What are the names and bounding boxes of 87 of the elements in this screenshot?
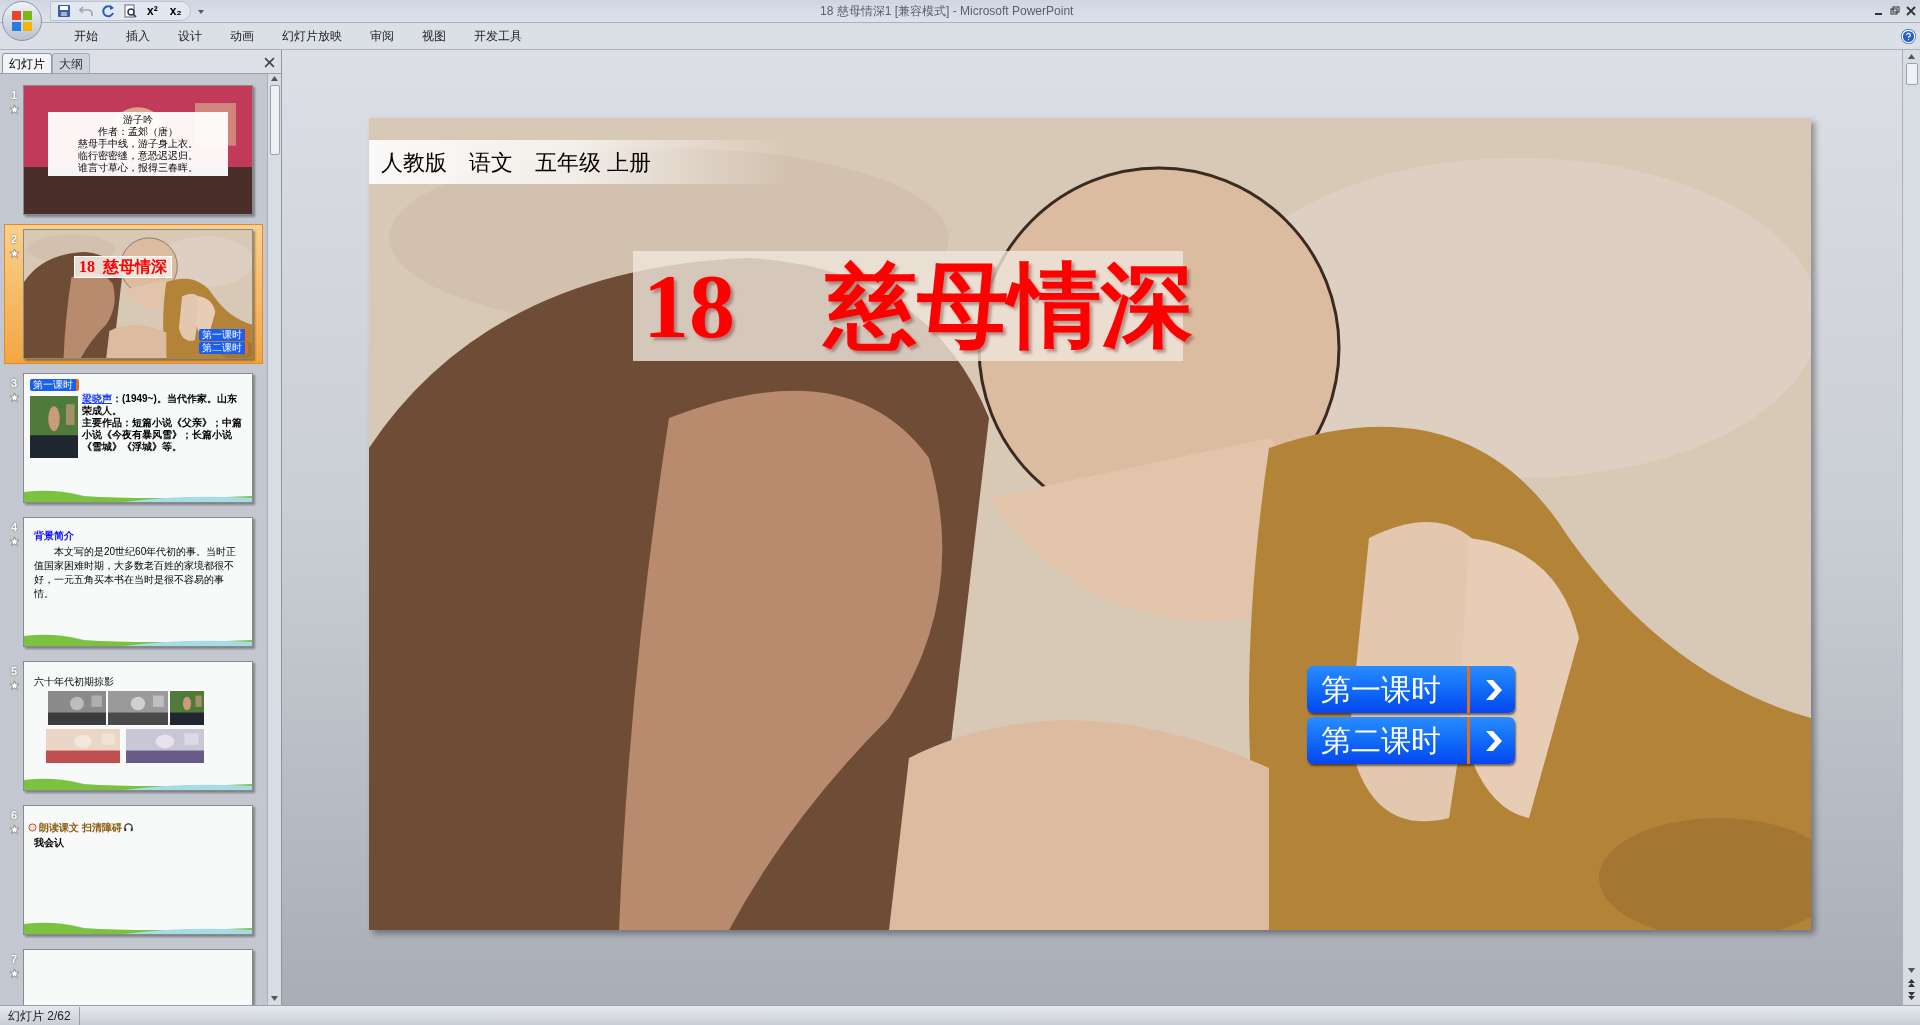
script-button[interactable]: x₂ [167, 5, 184, 17]
speaker-icon [28, 823, 37, 832]
lesson-number: 18 [79, 257, 95, 277]
slide-heading: 背景简介 [34, 529, 75, 543]
save-icon[interactable] [57, 4, 71, 18]
animation-star-icon [8, 967, 20, 979]
slide-thumbnail[interactable]: 六十年代初期掠影 [23, 661, 253, 791]
next-slide-icon[interactable] [1907, 991, 1916, 1001]
chevron-right-icon [1484, 677, 1504, 702]
scrollbar[interactable] [1902, 50, 1920, 1005]
window-title: 18 慈母情深1 [兼容模式] - Microsoft PowerPoint [820, 3, 1074, 20]
author-text: 梁晓声：(1949~)。当代作家。山东荣成人。 [82, 393, 238, 417]
redo-icon[interactable] [101, 4, 115, 18]
slide-number: 2 [10, 232, 18, 247]
help-icon[interactable] [1901, 28, 1916, 44]
slide-number: 4 [10, 520, 18, 535]
lesson-title: 慈母情深 [103, 257, 167, 277]
animation-star-icon [8, 247, 20, 259]
slide-thumbnail-row[interactable]: 3 第一课时 梁晓声：(1949~)。当代作家。山东荣成人。 主要作品：短篇小说《父亲》；中篇小说《今夜有暴风雪》；长篇小说《雪城》《浮城》等。 [4, 368, 263, 508]
ribbon-tab[interactable]: 设计 [164, 23, 216, 49]
lesson-button[interactable]: 第二课时 [199, 342, 248, 354]
slide-heading: 六十年代初期掠影 [34, 675, 115, 689]
chevron-right-icon [1484, 728, 1504, 753]
close-icon[interactable] [264, 57, 275, 68]
print-preview-icon[interactable] [123, 4, 137, 18]
slide-number: 5 [10, 664, 18, 679]
headphones-icon [123, 823, 133, 832]
slide-subheading: 我会认 [34, 836, 65, 850]
lesson-button[interactable]: 第二课时 [1307, 717, 1515, 764]
customize-caret-icon[interactable] [196, 7, 205, 15]
office-button[interactable] [2, 1, 42, 41]
ribbon-tab[interactable]: 开始 [60, 23, 112, 49]
header-text: 人教版 [381, 148, 447, 177]
author-link[interactable]: 梁晓声 [82, 393, 112, 404]
header-text: 语文 [469, 148, 513, 177]
animation-star-icon [8, 823, 20, 835]
ribbon-tab[interactable]: 幻灯片放映 [268, 23, 356, 49]
scroll-down-icon[interactable] [270, 994, 279, 1003]
ribbon-tab[interactable]: 视图 [408, 23, 460, 49]
animation-star-icon [8, 679, 20, 691]
slide-thumbnail-row[interactable]: 4 背景简介 本文写的是20世纪60年代初的事。当时正值国家困难时期，大多数老百姓的家境都很不好，一元五角买本书在当时是很不容易的事情。 [4, 512, 263, 652]
ribbon-tab[interactable]: 开发工具 [460, 23, 536, 49]
animation-star-icon [8, 103, 20, 115]
panel-tab[interactable]: 大纲 [52, 53, 90, 73]
poem-line: 游子吟 [123, 114, 153, 126]
slide-thumbnail-row[interactable]: 5 六十年代初期掠影 [4, 656, 263, 796]
ribbon-tab[interactable]: 插入 [112, 23, 164, 49]
animation-star-icon [8, 391, 20, 403]
scroll-up-icon[interactable] [1907, 52, 1916, 61]
slide-thumbnail[interactable]: 第一课时 梁晓声：(1949~)。当代作家。山东荣成人。 主要作品：短篇小说《父亲》；中篇小说《今夜有暴风雪》；长篇小说《雪城》《浮城》等。 [23, 373, 253, 503]
scroll-thumb[interactable] [1905, 63, 1918, 85]
slide-heading: 朗读课文 扫清障碍 [39, 821, 122, 835]
poem-line: 作者：孟郊（唐） [98, 126, 178, 138]
lesson-button[interactable]: 第一课时 [199, 329, 248, 341]
ribbon-tab[interactable]: 动画 [216, 23, 268, 49]
slide-number: 3 [10, 376, 18, 391]
header-text: 五年级 上册 [535, 148, 652, 177]
slide-thumbnail[interactable]: 游子吟 作者：孟郊（唐） 慈母手中线，游子身上衣。 临行密密缝，意恐迟迟归。 谁言寸草心，报得三春晖。 [23, 85, 253, 215]
lesson-button[interactable]: 第一课时 [30, 379, 79, 391]
script-button[interactable]: x² [145, 5, 160, 17]
slide-thumbnail-row[interactable]: 2 18 慈母情深 第一课时 第二课时 [4, 224, 263, 364]
previous-slide-icon[interactable] [1907, 978, 1916, 988]
poem-line: 谁言寸草心，报得三春晖。 [78, 162, 198, 174]
restore-icon[interactable] [1890, 6, 1900, 16]
slide-thumbnail[interactable]: 背景简介 本文写的是20世纪60年代初的事。当时正值国家困难时期，大多数老百姓的家境都很不好，一元五角买本书在当时是很不容易的事情。 [23, 517, 253, 647]
poem-line: 慈母手中线，游子身上衣。 [78, 138, 198, 150]
office-logo-icon [10, 9, 34, 33]
slide-position: 幻灯片 2/62 [0, 1006, 80, 1025]
scroll-down-icon[interactable] [1907, 966, 1916, 975]
slide-body-text: 本文写的是20世纪60年代初的事。当时正值国家困难时期，大多数老百姓的家境都很不好，一元五角买本书在当时是很不容易的事情。 [34, 545, 238, 601]
slide-number: 6 [10, 808, 18, 823]
slide-thumbnail[interactable]: 朗读课文 扫清障碍 我会认 [23, 805, 253, 935]
slide-thumbnail-row[interactable]: 6 朗读课文 扫清障碍 我会认 [4, 800, 263, 940]
animation-star-icon [8, 535, 20, 547]
slide-number: 7 [10, 952, 18, 967]
lesson-number: 18 [643, 260, 735, 352]
slide-thumbnail-row[interactable]: 1 游子吟 作者：孟郊（唐） 慈母手中线，游子身上衣。 临行密密缝，意恐迟迟归。 谁言寸草心，报得三春晖。 [4, 80, 263, 220]
scrollbar[interactable] [267, 74, 281, 1005]
ribbon-tab[interactable]: 审阅 [356, 23, 408, 49]
panel-tab[interactable]: 幻灯片 [2, 53, 52, 73]
close-icon[interactable] [1906, 6, 1916, 16]
slide-number: 1 [10, 88, 18, 103]
author-text: 主要作品：短篇小说《父亲》；中篇小说《今夜有暴风雪》；长篇小说《雪城》《浮城》等。 [82, 417, 243, 453]
poem-line: 临行密密缝，意恐迟迟归。 [78, 150, 198, 162]
lesson-button[interactable]: 第一课时 [1307, 666, 1515, 713]
slide-thumbnail[interactable]: 18 慈母情深 第一课时 第二课时 [23, 229, 253, 359]
scroll-thumb[interactable] [269, 85, 280, 155]
